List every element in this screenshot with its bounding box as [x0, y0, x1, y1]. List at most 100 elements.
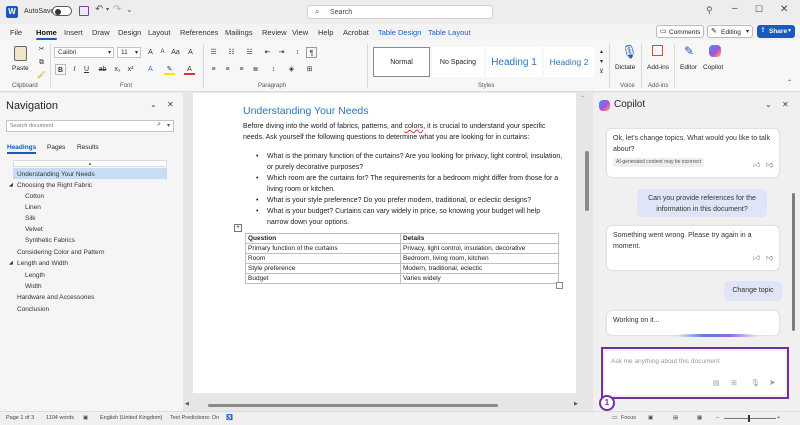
redo-icon[interactable]: ↷: [113, 4, 121, 15]
copilot-ribbon-button[interactable]: Copilot: [702, 44, 728, 78]
numbering-icon[interactable]: ☷: [226, 47, 237, 58]
thumbs-up-icon[interactable]: 👍︎: [753, 161, 760, 172]
prompt-guide-icon[interactable]: ▤: [713, 379, 720, 387]
table-cell[interactable]: Room: [245, 253, 401, 264]
editing-button[interactable]: ✎ Editing ▾: [707, 25, 753, 38]
attach-icon[interactable]: ⊞: [731, 379, 737, 387]
font-name-select[interactable]: Calibri ▾: [54, 47, 114, 58]
new-topic-icon[interactable]: 1: [599, 395, 615, 411]
font-size-select[interactable]: 11 ▾: [117, 47, 141, 58]
nav-item-linen[interactable]: Linen: [25, 204, 41, 211]
font-color-icon[interactable]: A: [184, 64, 195, 75]
change-case-icon[interactable]: Aa: [170, 47, 181, 58]
table-resize-handle[interactable]: [556, 282, 563, 289]
table-cell[interactable]: Budget: [245, 273, 401, 284]
focus-label[interactable]: Focus: [621, 415, 636, 421]
align-right-icon[interactable]: ≡: [236, 64, 247, 75]
nav-scroll-up[interactable]: ▲: [13, 160, 167, 167]
print-layout-icon[interactable]: ▤: [673, 415, 678, 421]
expand-icon[interactable]: ◢: [9, 260, 13, 266]
tab-review[interactable]: Review: [262, 28, 287, 37]
bullets-icon[interactable]: ☰: [208, 47, 219, 58]
send-icon[interactable]: ➤: [769, 378, 776, 387]
clear-formatting-icon[interactable]: A: [185, 47, 196, 58]
italic-icon[interactable]: I: [69, 64, 80, 75]
table-cell[interactable]: Privacy, light control, insulation, deco…: [400, 243, 559, 254]
table-move-handle-icon[interactable]: +: [234, 224, 242, 232]
copilot-close-icon[interactable]: ✕: [782, 100, 789, 109]
justify-icon[interactable]: ≣: [250, 64, 261, 75]
tab-mailings[interactable]: Mailings: [225, 28, 253, 37]
decrease-indent-icon[interactable]: ⇤: [262, 47, 273, 58]
tab-file[interactable]: File: [10, 28, 22, 37]
minimize-icon[interactable]: –: [732, 3, 738, 14]
line-spacing-icon[interactable]: ↕: [268, 64, 279, 75]
save-icon[interactable]: [79, 6, 89, 16]
nav-item-hardware[interactable]: Hardware and Accessories: [17, 294, 94, 301]
shading-icon[interactable]: ◈: [286, 64, 297, 75]
bold-icon[interactable]: B: [55, 64, 66, 75]
document-page[interactable]: Understanding Your Needs Before diving i…: [193, 93, 576, 393]
copilot-input-box[interactable]: Ask me anything about this document ▤ ⊞ …: [605, 351, 785, 395]
collapse-ribbon-icon[interactable]: ⌃: [784, 78, 795, 89]
language-label[interactable]: English (United Kingdom): [100, 415, 162, 421]
zoom-slider-thumb[interactable]: [748, 415, 750, 422]
increase-indent-icon[interactable]: ⇥: [276, 47, 287, 58]
scrollbar-thumb[interactable]: [585, 151, 589, 211]
thumbs-down-icon[interactable]: 👎︎: [766, 161, 773, 172]
editor-button[interactable]: ✎ Editor: [678, 44, 702, 78]
accessibility-icon[interactable]: ♿: [226, 415, 233, 421]
tab-layout[interactable]: Layout: [148, 28, 171, 37]
table-cell[interactable]: Bedroom, living room, kitchen: [400, 253, 559, 264]
dropdown-icon[interactable]: ▾: [106, 6, 109, 13]
style-no-spacing[interactable]: No Spacing: [432, 47, 484, 77]
tab-acrobat[interactable]: Acrobat: [343, 28, 369, 37]
lightbulb-icon[interactable]: ⚲: [706, 5, 713, 16]
expand-icon[interactable]: ◢: [9, 182, 13, 188]
paste-button[interactable]: Paste: [10, 44, 32, 78]
subscript-icon[interactable]: x₂: [112, 64, 123, 75]
nav-item-cotton[interactable]: Cotton: [25, 193, 44, 200]
autosave-toggle[interactable]: [52, 6, 72, 16]
focus-icon[interactable]: ▭: [612, 415, 617, 421]
borders-icon[interactable]: ⊞: [304, 64, 315, 75]
style-heading-2[interactable]: Heading 2: [544, 47, 594, 77]
web-layout-icon[interactable]: ▦: [697, 415, 702, 421]
nav-item-understanding[interactable]: Understanding Your Needs: [17, 171, 95, 178]
customize-icon[interactable]: ⌄: [126, 5, 133, 14]
tab-insert[interactable]: Insert: [64, 28, 83, 37]
tab-view[interactable]: View: [292, 28, 308, 37]
word-count[interactable]: 1104 words: [46, 415, 74, 421]
nav-item-silk[interactable]: Silk: [25, 215, 35, 222]
nav-item-velvet[interactable]: Velvet: [25, 226, 43, 233]
text-effects-icon[interactable]: A: [145, 64, 156, 75]
nav-item-conclusion[interactable]: Conclusion: [17, 306, 49, 313]
copilot-scrollbar[interactable]: [792, 123, 796, 333]
nav-close-icon[interactable]: ✕: [167, 100, 174, 109]
nav-tab-headings[interactable]: Headings: [7, 144, 37, 154]
tab-draw[interactable]: Draw: [92, 28, 110, 37]
vertical-scrollbar[interactable]: [584, 101, 590, 401]
tab-design[interactable]: Design: [118, 28, 141, 37]
strikethrough-icon[interactable]: ab: [97, 64, 108, 75]
copilot-scroll-thumb[interactable]: [792, 193, 795, 331]
tab-home[interactable]: Home: [36, 28, 57, 40]
text-predictions[interactable]: Text Predictions: On: [170, 415, 219, 421]
tab-table-design[interactable]: Table Design: [378, 28, 421, 37]
thumbs-down-icon[interactable]: 👎︎: [766, 254, 773, 265]
tab-help[interactable]: Help: [318, 28, 333, 37]
nav-search-input[interactable]: Search document ⌕ ▾: [6, 120, 174, 132]
format-painter-icon[interactable]: 🖌: [36, 70, 47, 81]
nav-item-synthetic[interactable]: Synthetic Fabrics: [25, 237, 75, 244]
underline-icon[interactable]: U: [81, 64, 92, 75]
nav-options-icon[interactable]: ⌄: [150, 100, 157, 109]
comments-button[interactable]: ▭ Comments: [656, 25, 704, 38]
proofing-icon[interactable]: ▣: [83, 415, 88, 421]
dictate-button[interactable]: 🎙 Dictate: [614, 44, 638, 78]
share-button[interactable]: ⇪ Share ▾: [757, 25, 795, 38]
zoom-out-icon[interactable]: –: [716, 415, 719, 421]
h-scrollbar-thumb[interactable]: [208, 404, 498, 407]
table-header-cell[interactable]: Details: [400, 233, 559, 244]
grow-font-icon[interactable]: A: [145, 47, 156, 58]
close-icon[interactable]: ✕: [780, 4, 788, 15]
